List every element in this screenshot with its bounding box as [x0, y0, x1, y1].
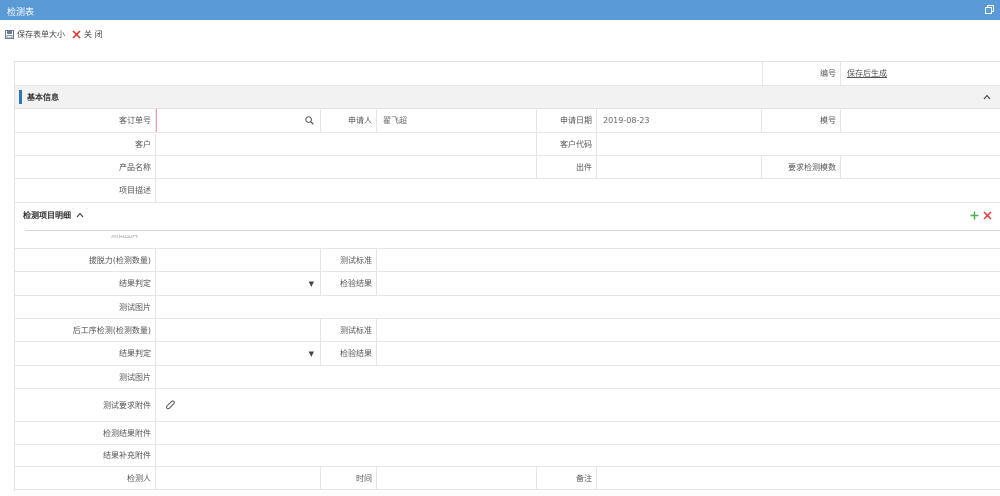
required-qty-label: 要求检测模数 — [762, 156, 841, 178]
search-icon[interactable] — [305, 116, 314, 125]
post-process-row: 后工序检测(检测数量) 测试标准 — [15, 319, 1000, 342]
product-label: 产品名称 — [15, 156, 156, 178]
remark-label: 备注 — [537, 467, 597, 489]
inspection-form: 编号 保存后生成 基本信息 客订单号 申请人 翟飞超 申请日期 2019-08-… — [14, 61, 1000, 491]
save-form-size-button[interactable]: 保存表单大小 — [5, 27, 65, 41]
pullout-standard-input[interactable] — [377, 249, 1000, 271]
result-judge-label-2: 结果判定 — [15, 342, 156, 365]
pullout-row: 拔脱力(检测数量) 测试标准 — [15, 249, 1000, 272]
test-image-row-2: 测试图片 — [15, 366, 1000, 389]
apply-date-label: 申请日期 — [537, 109, 597, 132]
inspector-label: 检测人 — [15, 467, 156, 489]
pullout-label: 拔脱力(检测数量) — [15, 249, 156, 271]
inspect-result-label-2: 检验结果 — [321, 342, 377, 365]
basic-info-title: 基本信息 — [27, 93, 59, 102]
basic-row-3: 产品名称 出件 要求检测模数 — [15, 156, 1000, 179]
customer-label: 客户 — [15, 133, 156, 155]
basic-row-4: 项目描述 — [15, 179, 1000, 203]
save-form-size-label: 保存表单大小 — [17, 29, 65, 39]
test-req-attachment-label: 测试要求附件 — [15, 389, 156, 421]
test-image-label-1: 测试图片 — [15, 296, 156, 318]
result-judge-select-1[interactable]: ▼ — [156, 272, 321, 295]
customer-code-label: 客户代码 — [537, 133, 597, 155]
save-icon — [5, 29, 14, 39]
toolbar: 保存表单大小 关 闭 — [0, 27, 1000, 41]
inspect-result-attachment-row: 检测结果附件 — [15, 422, 1000, 445]
close-button[interactable]: 关 闭 — [72, 27, 103, 41]
order-input[interactable] — [156, 109, 321, 132]
close-x-icon — [72, 29, 81, 39]
code-value-text: 保存后生成 — [847, 69, 887, 78]
result-supplement-attachment-area[interactable] — [156, 445, 1000, 466]
basic-row-1: 客订单号 申请人 翟飞超 申请日期 2019-08-23 模号 — [15, 109, 1000, 133]
window-titlebar: 检测表 — [0, 0, 1000, 20]
inspector-row: 检测人 时间 备注 — [15, 467, 1000, 490]
customer-code-input[interactable] — [597, 133, 1000, 155]
code-label: 编号 — [762, 62, 841, 85]
paperclip-icon[interactable] — [166, 399, 176, 411]
applicant-value[interactable]: 翟飞超 — [377, 109, 537, 132]
test-req-attachment-row: 测试要求附件 — [15, 389, 1000, 422]
project-desc-input[interactable] — [156, 179, 1000, 202]
piece-input[interactable] — [597, 156, 762, 178]
applicant-label: 申请人 — [321, 109, 377, 132]
section-accent-bar — [19, 90, 22, 104]
time-input[interactable] — [377, 467, 537, 489]
order-label: 客订单号 — [15, 109, 156, 132]
delete-row-x-icon[interactable] — [983, 211, 992, 220]
product-input[interactable] — [156, 156, 537, 178]
required-qty-input[interactable] — [841, 156, 1000, 178]
pullout-result-row: 结果判定 ▼ 检验结果 — [15, 272, 1000, 296]
add-row-plus-icon[interactable] — [970, 211, 979, 220]
test-image-area-2[interactable] — [156, 366, 1000, 388]
result-supplement-attachment-row: 结果补充附件 — [15, 445, 1000, 467]
window-title: 检测表 — [7, 8, 35, 18]
project-desc-label: 项目描述 — [15, 179, 156, 202]
post-standard-input[interactable] — [377, 319, 1000, 341]
piece-label: 出件 — [537, 156, 597, 178]
collapse-chevron-up-icon[interactable] — [983, 94, 991, 100]
dropdown-arrow-icon[interactable]: ▼ — [309, 350, 314, 358]
inspect-result-label-1: 检验结果 — [321, 272, 377, 295]
time-label: 时间 — [321, 467, 377, 489]
model-label: 模号 — [762, 109, 841, 132]
test-image-area-1[interactable] — [156, 296, 1000, 318]
inspect-result-attachment-area[interactable] — [156, 422, 1000, 444]
dropdown-arrow-icon[interactable]: ▼ — [309, 280, 314, 288]
inspect-result-input-1[interactable] — [377, 272, 1000, 295]
pullout-standard-label: 测试标准 — [321, 249, 377, 271]
basic-row-2: 客户 客户代码 — [15, 133, 1000, 156]
result-judge-label-1: 结果判定 — [15, 272, 156, 295]
pullout-input[interactable] — [156, 249, 321, 271]
model-input[interactable] — [841, 109, 1000, 132]
close-label: 关 闭 — [84, 29, 103, 39]
test-image-label-2: 测试图片 — [15, 366, 156, 388]
restore-icon[interactable] — [985, 5, 994, 14]
remark-input[interactable] — [597, 467, 1000, 489]
grid-top-line — [25, 230, 1000, 231]
post-result-row: 结果判定 ▼ 检验结果 — [15, 342, 1000, 366]
result-judge-select-2[interactable]: ▼ — [156, 342, 321, 365]
test-image-row-1: 测试图片 — [15, 296, 1000, 319]
post-process-input[interactable] — [156, 319, 321, 341]
customer-input[interactable] — [156, 133, 537, 155]
detail-partial-row — [15, 240, 1000, 249]
basic-info-section[interactable]: 基本信息 — [15, 86, 1000, 109]
detail-chevron-up-icon[interactable] — [76, 212, 84, 218]
detail-section-header[interactable]: 检测项目明细 — [15, 203, 1000, 227]
inspect-result-attachment-label: 检测结果附件 — [15, 422, 156, 444]
apply-date-value[interactable]: 2019-08-23 — [597, 109, 762, 132]
result-supplement-attachment-label: 结果补充附件 — [15, 445, 156, 466]
code-value[interactable]: 保存后生成 — [841, 62, 1000, 85]
test-req-attachment-area[interactable] — [156, 389, 1000, 421]
inspect-result-input-2[interactable] — [377, 342, 1000, 365]
post-standard-label: 测试标准 — [321, 319, 377, 341]
inspector-input[interactable] — [156, 467, 321, 489]
code-row: 编号 保存后生成 — [15, 62, 1000, 86]
post-process-label: 后工序检测(检测数量) — [15, 319, 156, 341]
detail-title: 检测项目明细 — [23, 211, 71, 220]
